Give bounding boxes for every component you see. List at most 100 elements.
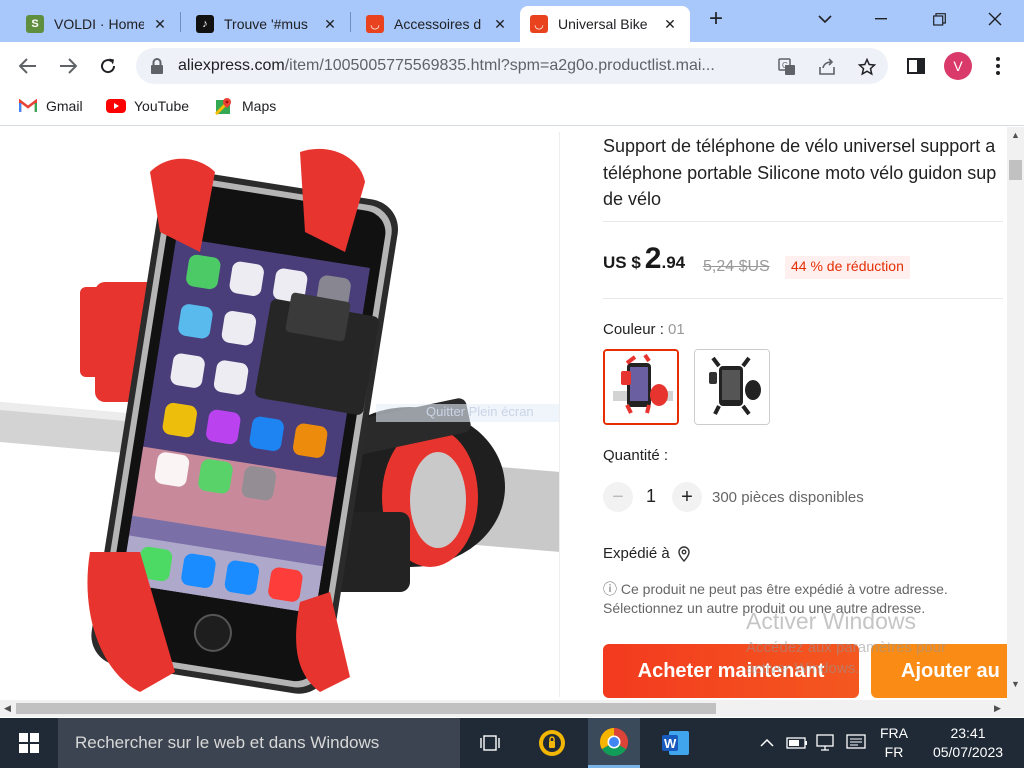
swatch-black-holder-image bbox=[695, 350, 769, 424]
divider bbox=[603, 221, 1003, 222]
windows-logo-icon bbox=[19, 733, 39, 753]
notification-icon[interactable] bbox=[846, 718, 866, 768]
address-bar[interactable]: aliexpress.com/item/1005005775569835.htm… bbox=[136, 48, 888, 84]
vpn-app-icon[interactable] bbox=[526, 718, 578, 768]
back-icon[interactable] bbox=[14, 52, 42, 80]
tab-search-chevron-icon[interactable] bbox=[810, 6, 840, 32]
share-icon[interactable] bbox=[816, 56, 838, 78]
language-code: FRA bbox=[880, 725, 908, 741]
tab-universal-bike[interactable]: ◡ Universal Bike ✕ bbox=[520, 6, 690, 42]
aliexpress-icon: ◡ bbox=[366, 15, 384, 33]
close-tab-icon[interactable]: ✕ bbox=[660, 14, 680, 34]
minimize-icon[interactable] bbox=[866, 6, 896, 32]
vertical-scroll-thumb[interactable] bbox=[1009, 160, 1022, 180]
maps-icon bbox=[214, 98, 234, 115]
bookmark-youtube[interactable]: YouTube bbox=[106, 98, 189, 114]
restore-icon[interactable] bbox=[924, 6, 954, 32]
color-label: Couleur : 01 bbox=[603, 321, 685, 338]
scroll-down-icon[interactable]: ▼ bbox=[1011, 679, 1020, 689]
quantity-increase-button[interactable]: + bbox=[672, 482, 702, 512]
url-domain: aliexpress.com bbox=[178, 57, 285, 74]
horizontal-scrollbar[interactable]: ◀ ▶ bbox=[0, 700, 1024, 717]
scroll-right-icon[interactable]: ▶ bbox=[994, 703, 1001, 714]
divider bbox=[603, 298, 1003, 299]
forward-icon[interactable] bbox=[54, 52, 82, 80]
price-whole: 2 bbox=[644, 242, 662, 275]
task-view-icon[interactable] bbox=[464, 718, 516, 768]
tab-tiktok[interactable]: ♪ Trouve '#mus ✕ bbox=[186, 6, 350, 42]
tab-title: Universal Bike bbox=[558, 16, 648, 32]
menu-kebab-icon[interactable] bbox=[984, 52, 1012, 80]
price-decimal: .94 bbox=[661, 253, 686, 272]
url-text[interactable]: aliexpress.com/item/1005005775569835.htm… bbox=[178, 57, 715, 75]
product-title-line: de vélo bbox=[603, 189, 662, 209]
location-pin-icon[interactable] bbox=[677, 545, 691, 562]
bookmark-label: YouTube bbox=[134, 98, 190, 114]
discount-badge: 44 % de réduction bbox=[785, 256, 910, 279]
translate-icon[interactable]: G bbox=[776, 56, 798, 78]
word-taskbar-icon[interactable]: W bbox=[650, 718, 702, 768]
start-button[interactable] bbox=[0, 718, 58, 768]
profile-avatar[interactable]: V bbox=[944, 52, 972, 80]
close-window-icon[interactable] bbox=[980, 6, 1010, 32]
chrome-taskbar-icon[interactable] bbox=[588, 718, 640, 768]
color-value: 01 bbox=[668, 321, 685, 338]
taskbar-clock[interactable]: 23:41 05/07/2023 bbox=[926, 724, 1010, 762]
reload-icon[interactable] bbox=[94, 52, 122, 80]
product-title-line: téléphone portable Silicone moto vélo gu… bbox=[603, 162, 997, 183]
product-image[interactable]: Quitter Plein écran bbox=[0, 132, 560, 697]
scroll-left-icon[interactable]: ◀ bbox=[4, 703, 11, 714]
bookmark-maps[interactable]: Maps bbox=[214, 98, 277, 115]
battery-icon[interactable] bbox=[786, 718, 808, 768]
lock-icon[interactable] bbox=[150, 58, 164, 74]
clock-time: 23:41 bbox=[950, 725, 986, 741]
url-path: /item/1005005775569835.html?spm=a2g0o.pr… bbox=[284, 57, 715, 74]
svg-text:W: W bbox=[664, 736, 677, 751]
side-panel-icon[interactable] bbox=[902, 52, 930, 80]
tab-accessoires[interactable]: ◡ Accessoires d ✕ bbox=[356, 6, 520, 42]
network-icon[interactable] bbox=[816, 718, 838, 768]
price: US $ 2 .94 bbox=[603, 242, 685, 276]
product-title: Support de téléphone de vélo universel s… bbox=[603, 133, 1023, 213]
shopify-icon: S bbox=[26, 15, 44, 33]
youtube-icon bbox=[106, 98, 126, 114]
clock-date: 05/07/2023 bbox=[932, 744, 1004, 760]
bookmark-label: Maps bbox=[242, 98, 277, 114]
horizontal-scroll-thumb[interactable] bbox=[16, 703, 716, 714]
product-title-line: Support de téléphone de vélo universel s… bbox=[603, 136, 996, 156]
quantity-decrease-button[interactable]: − bbox=[603, 482, 633, 512]
vertical-scrollbar[interactable]: ▲ ▼ bbox=[1007, 127, 1024, 701]
language-indicator[interactable]: FRA FR bbox=[874, 724, 914, 762]
page-content: Quitter Plein écran Support de téléphone… bbox=[0, 127, 1024, 701]
original-price: 5,24 $US bbox=[703, 258, 770, 275]
new-tab-button[interactable]: + bbox=[704, 7, 728, 32]
show-hidden-icons-chevron[interactable] bbox=[760, 718, 774, 768]
quantity-value[interactable]: 1 bbox=[646, 486, 656, 507]
windows-taskbar: Rechercher sur le web et dans Windows W … bbox=[0, 718, 1024, 768]
price-currency: US $ bbox=[603, 253, 641, 272]
close-tab-icon[interactable]: ✕ bbox=[150, 14, 170, 34]
tab-voldi[interactable]: S VOLDI · Home ✕ bbox=[16, 6, 180, 42]
fullscreen-hint: Quitter Plein écran bbox=[376, 404, 559, 422]
scroll-up-icon[interactable]: ▲ bbox=[1011, 130, 1020, 140]
tab-title: VOLDI · Home bbox=[54, 16, 144, 32]
color-label-text: Couleur : bbox=[603, 321, 669, 338]
taskbar-search-box[interactable]: Rechercher sur le web et dans Windows bbox=[58, 718, 460, 768]
bookmarks-bar: Gmail YouTube Maps bbox=[0, 90, 1024, 126]
ship-to-label: Expédié à bbox=[603, 545, 670, 562]
watermark-line: Accédez aux paramètres pour bbox=[746, 639, 947, 656]
bookmark-gmail[interactable]: Gmail bbox=[18, 98, 83, 114]
close-tab-icon[interactable]: ✕ bbox=[490, 14, 510, 34]
ship-to[interactable]: Expédié à bbox=[603, 545, 691, 562]
tab-separator bbox=[180, 12, 181, 32]
bookmark-star-icon[interactable] bbox=[856, 56, 878, 78]
close-tab-icon[interactable]: ✕ bbox=[320, 14, 340, 34]
tab-title: Trouve '#mus bbox=[224, 16, 308, 32]
quantity-label: Quantité : bbox=[603, 447, 669, 464]
shipping-warning-line: Ce produit ne peut pas être expédié à vo… bbox=[620, 581, 948, 597]
swatch-red-holder-image bbox=[605, 351, 677, 423]
color-option-02[interactable] bbox=[694, 349, 770, 425]
color-option-01[interactable] bbox=[603, 349, 679, 425]
tab-separator bbox=[350, 12, 351, 32]
tab-strip: S VOLDI · Home ✕ ♪ Trouve '#mus ✕ ◡ Acce… bbox=[0, 0, 1024, 42]
